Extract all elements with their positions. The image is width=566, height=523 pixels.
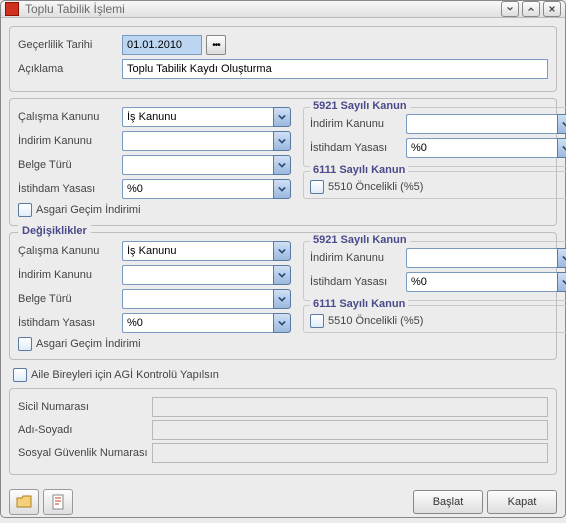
g2-5921-group: 5921 Sayılı Kanun İndirim Kanunu İstihda… (303, 241, 566, 301)
chevron-down-icon[interactable] (273, 131, 291, 151)
sgk-input (152, 443, 548, 463)
g1-belge-combo[interactable] (122, 155, 273, 175)
aile-label[interactable]: Aile Bireyleri için AGİ Kontrolü Yapılsı… (31, 369, 219, 381)
maximize-button[interactable] (522, 1, 540, 17)
g1-5921-group: 5921 Sayılı Kanun İndirim Kanunu İstihda… (303, 107, 566, 167)
chevron-down-icon[interactable] (273, 265, 291, 285)
header-group: Geçerlilik Tarihi ••• Açıklama (9, 26, 557, 92)
info-group: Sicil Numarası Adı-Soyadı Sosyal Güvenli… (9, 388, 557, 475)
g2-6111-title: 6111 Sayılı Kanun (310, 298, 408, 310)
ad-label: Adı-Soyadı (18, 424, 148, 436)
aile-checkbox[interactable] (13, 368, 27, 382)
g2-calisma-label: Çalışma Kanunu (18, 245, 118, 257)
g2-agi-label[interactable]: Asgari Geçim İndirimi (36, 338, 141, 350)
g2r-istihdam-combo[interactable] (406, 272, 557, 292)
g1-5510-label[interactable]: 5510 Öncelikli (%5) (328, 181, 423, 193)
chevron-down-icon[interactable] (557, 272, 566, 292)
g2-5510-checkbox[interactable] (310, 314, 324, 328)
g2-indirim-combo[interactable] (122, 265, 273, 285)
baslat-button[interactable]: Başlat (413, 490, 483, 514)
gecerlilik-label: Geçerlilik Tarihi (18, 39, 118, 51)
g2-agi-checkbox[interactable] (18, 337, 32, 351)
g2-belge-label: Belge Türü (18, 293, 118, 305)
g2-indirim-label: İndirim Kanunu (18, 269, 118, 281)
chevron-down-icon[interactable] (273, 289, 291, 309)
g2r-istihdam-label: İstihdam Yasası (310, 276, 402, 288)
g1-5510-checkbox[interactable] (310, 180, 324, 194)
changes-group: Değişiklikler Çalışma Kanunu İndirim Kan… (9, 232, 557, 360)
chevron-down-icon[interactable] (557, 114, 566, 134)
g1r-indirim-label: İndirim Kanunu (310, 118, 402, 130)
sicil-input (152, 397, 548, 417)
g2-calisma-combo[interactable] (122, 241, 273, 261)
date-picker-button[interactable]: ••• (206, 35, 226, 55)
g1-calisma-label: Çalışma Kanunu (18, 111, 118, 123)
document-icon[interactable] (43, 489, 73, 515)
chevron-down-icon[interactable] (273, 155, 291, 175)
g1-indirim-label: İndirim Kanunu (18, 135, 118, 147)
g1r-indirim-combo[interactable] (406, 114, 557, 134)
g1r-istihdam-label: İstihdam Yasası (310, 142, 402, 154)
g2r-indirim-label: İndirim Kanunu (310, 252, 402, 264)
g2-istihdam-label: İstihdam Yasası (18, 317, 118, 329)
chevron-down-icon[interactable] (273, 179, 291, 199)
g2-istihdam-combo[interactable] (122, 313, 273, 333)
chevron-down-icon[interactable] (273, 241, 291, 261)
changes-legend: Değişiklikler (18, 225, 91, 237)
footer: Başlat Kapat (1, 483, 565, 523)
sgk-label: Sosyal Güvenlik Numarası (18, 447, 148, 459)
g1-6111-title: 6111 Sayılı Kanun (310, 164, 408, 176)
aciklama-label: Açıklama (18, 63, 118, 75)
minimize-button[interactable] (501, 1, 519, 17)
chevron-down-icon[interactable] (273, 313, 291, 333)
g2-belge-combo[interactable] (122, 289, 273, 309)
g2r-indirim-combo[interactable] (406, 248, 557, 268)
gecerlilik-input[interactable] (122, 35, 202, 55)
ad-input (152, 420, 548, 440)
g1-calisma-combo[interactable] (122, 107, 273, 127)
sicil-label: Sicil Numarası (18, 401, 148, 413)
kapat-button[interactable]: Kapat (487, 490, 557, 514)
window-title: Toplu Tabilik İşlemi (25, 2, 501, 16)
criteria-group: Çalışma Kanunu İndirim Kanunu Belge Türü… (9, 98, 557, 226)
g1-agi-label[interactable]: Asgari Geçim İndirimi (36, 204, 141, 216)
g1r-istihdam-combo[interactable] (406, 138, 557, 158)
chevron-down-icon[interactable] (273, 107, 291, 127)
g1-istihdam-combo[interactable] (122, 179, 273, 199)
g1-5921-title: 5921 Sayılı Kanun (310, 100, 410, 112)
g2-5921-title: 5921 Sayılı Kanun (310, 234, 410, 246)
app-icon (5, 2, 19, 16)
chevron-down-icon[interactable] (557, 248, 566, 268)
g1-belge-label: Belge Türü (18, 159, 118, 171)
close-button[interactable] (543, 1, 561, 17)
g1-istihdam-label: İstihdam Yasası (18, 183, 118, 195)
g2-6111-group: 6111 Sayılı Kanun 5510 Öncelikli (%5) (303, 305, 566, 333)
g2-5510-label[interactable]: 5510 Öncelikli (%5) (328, 315, 423, 327)
folder-icon[interactable] (9, 489, 39, 515)
main-window: Toplu Tabilik İşlemi Geçerlilik Tarihi •… (0, 0, 566, 518)
g1-agi-checkbox[interactable] (18, 203, 32, 217)
titlebar: Toplu Tabilik İşlemi (1, 1, 565, 18)
g1-6111-group: 6111 Sayılı Kanun 5510 Öncelikli (%5) (303, 171, 566, 199)
aciklama-input[interactable] (122, 59, 548, 79)
chevron-down-icon[interactable] (557, 138, 566, 158)
g1-indirim-combo[interactable] (122, 131, 273, 151)
